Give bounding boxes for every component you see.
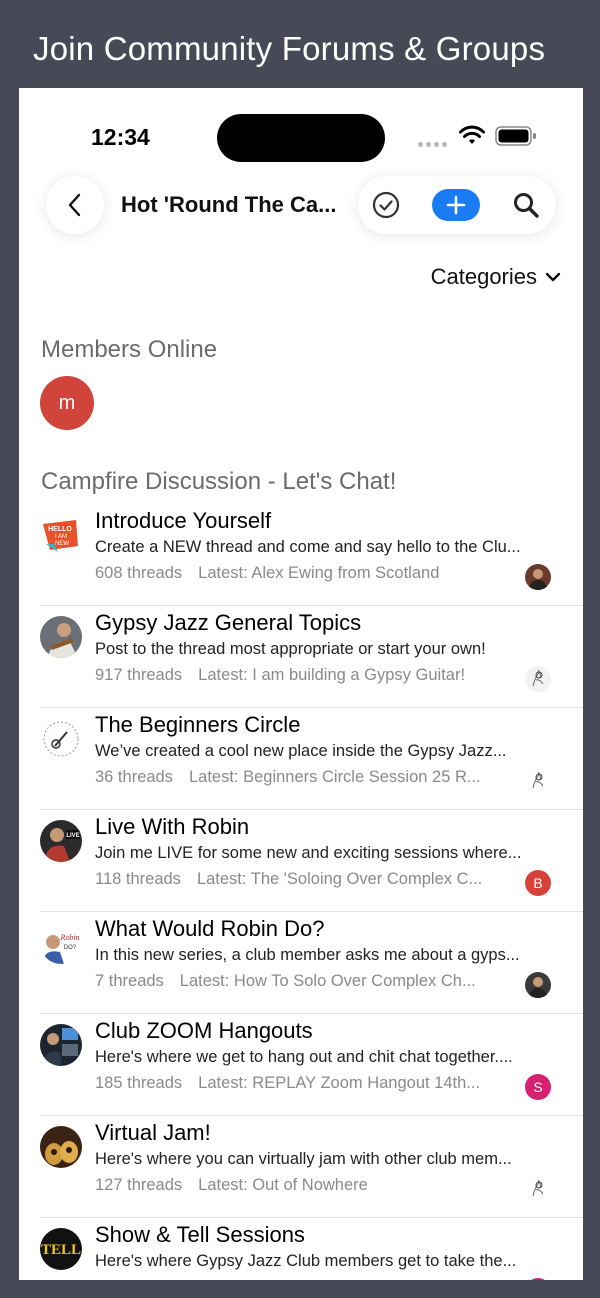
forum-row-4[interactable]: LIVE Live With Robin Join me LIVE for so… <box>19 810 583 912</box>
live-photo-icon: LIVE <box>40 820 82 862</box>
thread-count: 127 threads <box>95 1176 183 1194</box>
svg-text:TELL: TELL <box>41 1242 81 1258</box>
back-button[interactable] <box>46 176 104 234</box>
forum-description: Join me LIVE for some new and exciting s… <box>95 844 522 862</box>
forum-meta: 185 threads Latest: REPLAY Zoom Hangout … <box>95 1074 480 1093</box>
guitars-photo-icon <box>40 1126 82 1168</box>
forum-title: Gypsy Jazz General Topics <box>95 610 362 635</box>
latest-poster-avatar[interactable] <box>525 666 551 692</box>
thread-count: 36 threads <box>95 768 173 786</box>
latest-thread: Latest: Out of Nowhere <box>198 1176 368 1194</box>
forum-description: Here's where Gypsy Jazz Club members get… <box>95 1252 517 1270</box>
section-heading: Campfire Discussion - Let's Chat! <box>41 468 397 495</box>
page-title: Hot 'Round The Ca... <box>121 192 337 217</box>
forum-row-8[interactable]: TELL Show & Tell Sessions Here's where G… <box>19 1218 583 1280</box>
chevron-left-icon <box>68 193 81 217</box>
forum-meta: 118 threads Latest: The 'Soloing Over Co… <box>95 870 482 889</box>
thread-count: 7 threads <box>95 972 164 990</box>
wifi-icon <box>459 125 485 144</box>
mark-read-check-icon[interactable] <box>372 191 400 219</box>
forum-title: The Beginners Circle <box>95 712 301 737</box>
beginners-circle-logo-icon <box>40 718 82 760</box>
svg-text:Robin: Robin <box>59 933 79 942</box>
thread-count: 917 threads <box>95 666 183 684</box>
forum-row-1[interactable]: HELLO I AM NEW Introduce Yourself Create a… <box>19 504 583 606</box>
latest-thread: Latest: The 'Soloing Over Complex C... <box>196 870 483 888</box>
forum-meta: 36 threads Latest: Beginners Circle Sess… <box>95 768 481 787</box>
forum-meta: 127 threads Latest: Out of Nowhere <box>95 1176 368 1195</box>
latest-poster-avatar[interactable] <box>525 972 551 998</box>
forum-row-7[interactable]: Virtual Jam! Here's where you can virtua… <box>19 1116 583 1218</box>
forum-description: We’ve created a cool new place inside th… <box>95 742 507 760</box>
latest-thread: Latest: Beginners Circle Session 25 R... <box>188 768 481 786</box>
nav-actions <box>358 176 556 234</box>
forum-row-6[interactable]: Club ZOOM Hangouts Here's where we get t… <box>19 1014 583 1116</box>
forum-description: Create a NEW thread and come and say hel… <box>95 538 521 556</box>
forum-row-2[interactable]: Gypsy Jazz General Topics Post to the th… <box>19 606 583 708</box>
forum-title: Show & Tell Sessions <box>95 1222 305 1247</box>
members-online-heading: Members Online <box>41 336 218 363</box>
forum-title: Introduce Yourself <box>95 508 272 533</box>
status-time: 12:34 <box>91 124 150 150</box>
signal-icon <box>418 132 450 148</box>
svg-text:I AM: I AM <box>55 534 67 540</box>
zoom-photo-icon <box>40 1024 82 1066</box>
online-member-avatar[interactable]: m <box>40 376 94 430</box>
new-thread-button[interactable] <box>432 189 480 221</box>
latest-poster-avatar[interactable] <box>525 1278 551 1280</box>
phone-screen: 12:34 Hot 'Round The Ca... Categories Me… <box>19 88 583 1280</box>
forum-description: Here's where you can virtually jam with … <box>95 1150 512 1168</box>
forum-list: HELLO I AM NEW Introduce Yourself Create a… <box>19 504 583 1280</box>
chevron-down-icon <box>545 272 561 282</box>
forum-meta: 7 threads Latest: How To Solo Over Compl… <box>95 972 476 991</box>
search-icon[interactable] <box>512 191 540 219</box>
forum-row-5[interactable]: Robin DO? What Would Robin Do? In this ne… <box>19 912 583 1014</box>
dynamic-island <box>217 114 385 162</box>
forum-description: In this new series, a club member asks m… <box>95 946 520 964</box>
latest-poster-avatar[interactable] <box>525 1176 551 1202</box>
thread-count: 185 threads <box>95 1074 183 1092</box>
categories-dropdown[interactable]: Categories <box>431 264 561 290</box>
thread-count: 118 threads <box>95 870 181 888</box>
latest-poster-avatar[interactable]: B <box>525 870 551 896</box>
forum-meta: 917 threads Latest: I am building a Gyps… <box>95 666 465 685</box>
tell-logo-icon: TELL <box>40 1228 82 1270</box>
robin-do-logo-icon: Robin DO? <box>40 922 82 964</box>
svg-text:LIVE: LIVE <box>66 833 79 839</box>
guitarist-photo-icon <box>40 616 82 658</box>
latest-thread: Latest: I am building a Gypsy Guitar! <box>198 666 466 684</box>
forum-title: What Would Robin Do? <box>95 916 325 941</box>
latest-thread: Latest: Alex Ewing from Scotland <box>198 564 440 582</box>
forum-meta: 608 threads Latest: Alex Ewing from Scot… <box>95 564 439 583</box>
latest-poster-avatar[interactable] <box>525 768 551 794</box>
hello-badge-icon: HELLO I AM NEW <box>40 514 82 556</box>
promo-banner-title: Join Community Forums & Groups <box>33 30 546 67</box>
categories-label: Categories <box>430 264 537 289</box>
forum-row-3[interactable]: The Beginners Circle We’ve created a coo… <box>19 708 583 810</box>
latest-thread: Latest: REPLAY Zoom Hangout 14th... <box>198 1074 481 1092</box>
forum-description: Post to the thread most appropriate or s… <box>95 640 486 658</box>
forum-description: Here's where we get to hang out and chit… <box>95 1048 513 1066</box>
forum-title: Virtual Jam! <box>95 1120 211 1145</box>
svg-text:HELLO: HELLO <box>48 526 72 533</box>
svg-text:DO?: DO? <box>64 945 77 951</box>
latest-thread: Latest: How To Solo Over Complex Ch... <box>179 972 476 990</box>
latest-poster-avatar[interactable]: S <box>525 1074 551 1100</box>
plus-icon <box>446 195 466 215</box>
battery-icon <box>495 126 536 146</box>
forum-title: Live With Robin <box>95 814 250 839</box>
thread-count: 608 threads <box>95 564 183 582</box>
svg-text:NEW: NEW <box>55 541 69 547</box>
latest-poster-avatar[interactable] <box>525 564 551 590</box>
forum-title: Club ZOOM Hangouts <box>95 1018 313 1043</box>
